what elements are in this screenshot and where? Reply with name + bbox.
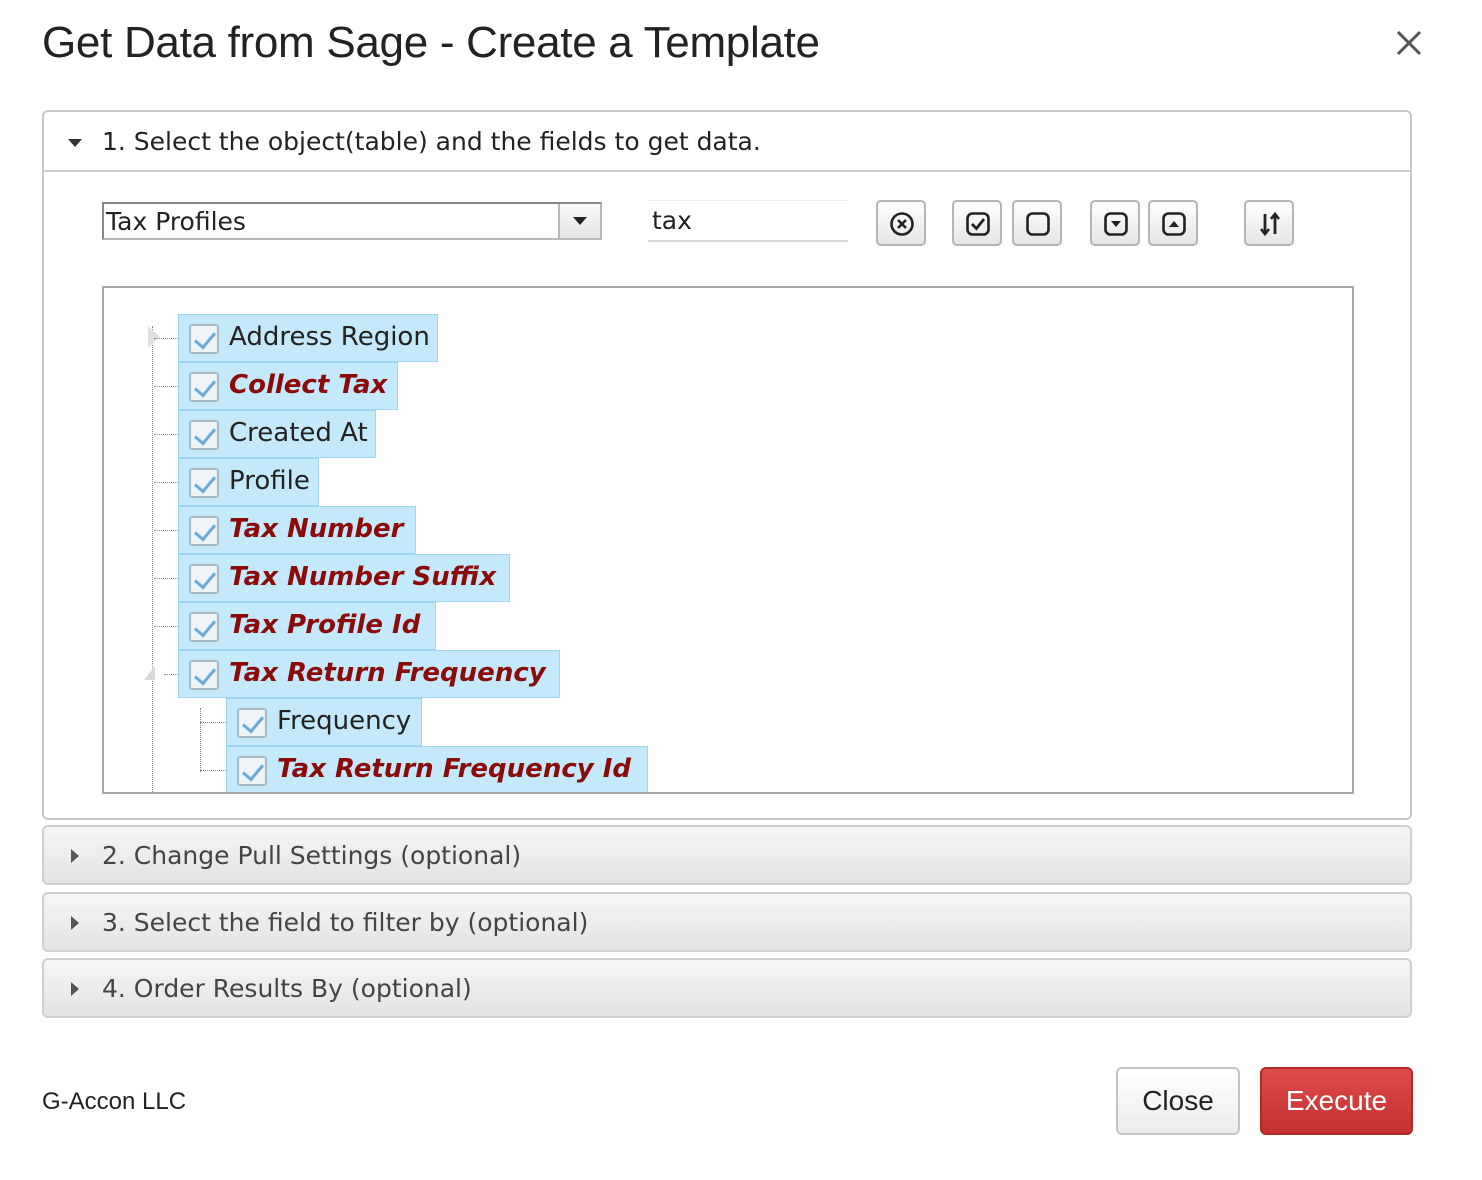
checkbox-icon[interactable] (189, 468, 219, 498)
tree-connector (152, 326, 153, 792)
triangle-down-icon (68, 139, 82, 147)
field-tree: Address Region Collect Tax Created At Pr… (102, 286, 1354, 794)
close-button[interactable]: Close (1116, 1067, 1240, 1135)
section-label: 4. Order Results By (optional) (102, 974, 472, 1003)
tree-node-tax-number[interactable]: Tax Number (178, 506, 416, 554)
tree-node-tax-number-suffix[interactable]: Tax Number Suffix (178, 554, 510, 602)
tree-node-label: Tax Return Frequency Id (277, 754, 632, 784)
close-icon[interactable] (1392, 26, 1426, 60)
section-header-select-object[interactable]: 1. Select the object(table) and the fiel… (44, 112, 1410, 172)
tree-node-created-at[interactable]: Created At (178, 410, 376, 458)
tree-node-label: Tax Number Suffix (229, 562, 497, 592)
tree-node-label: Tax Return Frequency (229, 658, 546, 688)
object-select[interactable]: Tax Profiles (102, 202, 602, 240)
tree-node-profile[interactable]: Profile (178, 458, 319, 506)
tree-node-label: Tax Profile Id (229, 610, 421, 640)
checkbox-icon[interactable] (189, 660, 219, 690)
checkbox-icon[interactable] (189, 564, 219, 594)
uncheck-all-button[interactable] (1012, 200, 1062, 246)
tree-connector (200, 708, 201, 772)
tree-node-label: Collect Tax (229, 370, 388, 400)
section-label: 2. Change Pull Settings (optional) (102, 841, 522, 870)
checkbox-icon[interactable] (189, 420, 219, 450)
tree-node-frequency[interactable]: Frequency (226, 698, 422, 746)
chevron-down-icon[interactable] (558, 204, 600, 238)
tree-node-tax-profile-id[interactable]: Tax Profile Id (178, 602, 436, 650)
clear-search-button[interactable] (876, 200, 926, 246)
dialog-title: Get Data from Sage - Create a Template (42, 18, 820, 67)
company-name: G-Accon LLC (42, 1088, 187, 1115)
section-label: 1. Select the object(table) and the fiel… (102, 127, 761, 156)
tree-node-address-region[interactable]: Address Region (178, 314, 438, 362)
expand-all-button[interactable] (1090, 200, 1140, 246)
section-select-object: 1. Select the object(table) and the fiel… (42, 110, 1412, 820)
tree-node-label: Tax Number (229, 514, 404, 544)
triangle-right-icon (71, 849, 79, 863)
check-all-button[interactable] (952, 200, 1002, 246)
expand-all-icon (1104, 212, 1128, 236)
triangle-right-icon (71, 916, 79, 930)
expander-expanded-icon[interactable] (144, 666, 155, 680)
expander-collapsed-icon[interactable] (148, 326, 160, 348)
tree-node-tax-return-frequency-id[interactable]: Tax Return Frequency Id (226, 746, 648, 792)
sort-icon (1259, 211, 1281, 237)
checkbox-icon[interactable] (189, 516, 219, 546)
checkbox-icon[interactable] (189, 372, 219, 402)
field-search-input[interactable] (648, 200, 848, 242)
triangle-right-icon (71, 982, 79, 996)
section-filter-field[interactable]: 3. Select the field to filter by (option… (42, 892, 1412, 952)
section-order-results[interactable]: 4. Order Results By (optional) (42, 958, 1412, 1018)
collapse-all-icon (1162, 212, 1186, 236)
section-label: 3. Select the field to filter by (option… (102, 908, 589, 937)
check-all-icon (966, 212, 990, 236)
tree-node-label: Frequency (277, 706, 412, 736)
uncheck-all-icon (1026, 212, 1050, 236)
execute-button[interactable]: Execute (1260, 1067, 1413, 1135)
checkbox-icon[interactable] (189, 324, 219, 354)
tree-node-tax-return-frequency[interactable]: Tax Return Frequency (178, 650, 560, 698)
checkbox-icon[interactable] (237, 708, 267, 738)
collapse-all-button[interactable] (1148, 200, 1198, 246)
tree-node-label: Created At (229, 418, 368, 448)
checkbox-icon[interactable] (237, 756, 267, 786)
tree-node-label: Address Region (229, 322, 430, 352)
sort-button[interactable] (1244, 200, 1294, 246)
tree-node-label: Profile (229, 466, 310, 496)
section-pull-settings[interactable]: 2. Change Pull Settings (optional) (42, 825, 1412, 885)
tree-node-collect-tax[interactable]: Collect Tax (178, 362, 398, 410)
clear-search-icon (890, 212, 914, 236)
object-select-value: Tax Profiles (106, 207, 246, 236)
checkbox-icon[interactable] (189, 612, 219, 642)
